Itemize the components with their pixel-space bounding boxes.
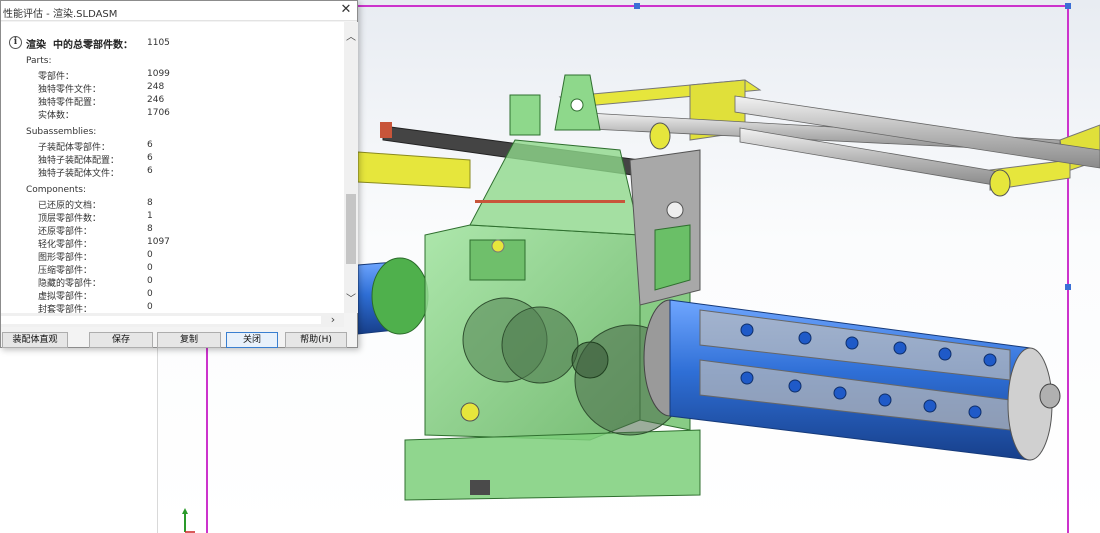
subassembly-row-value: 6	[147, 153, 153, 163]
component-row-value: 8	[147, 224, 153, 234]
summary-value: 1105	[147, 38, 170, 48]
feature-tree-panel	[0, 348, 158, 533]
subassembly-row-value: 6	[147, 166, 153, 176]
help-button[interactable]: 帮助(H)	[285, 332, 347, 348]
performance-evaluation-dialog: 性能评估 - 渲染.SLDASM ✕ i 渲染 中的总零部件数： 1105 Pa…	[0, 0, 358, 348]
parts-row-label: 实体数：	[38, 111, 75, 121]
axis-triad-icon	[182, 508, 195, 533]
component-row-value: 1	[147, 211, 153, 221]
section-components-heading: Components:	[26, 185, 86, 195]
top-bracket	[509, 74, 601, 136]
component-row-label: 图形零部件：	[38, 253, 93, 263]
blue-roller	[643, 299, 1061, 461]
component-row-label: 隐藏的零部件：	[38, 279, 102, 289]
section-parts-heading: Parts:	[26, 56, 52, 66]
summary-label: 渲染 中的总零部件数：	[26, 40, 133, 51]
parts-row-value: 1706	[147, 108, 170, 118]
component-row-label: 还原零部件：	[38, 227, 93, 237]
vertical-scrollbar[interactable]: ︿ ﹀	[344, 22, 358, 313]
subassembly-row-label: 独特子装配体配置：	[38, 156, 120, 166]
chevron-up-icon[interactable]: ︿	[344, 28, 358, 43]
component-row-value: 0	[147, 289, 153, 299]
mounting-plate	[629, 149, 701, 306]
component-row-label: 封套零部件：	[38, 305, 93, 313]
assembly-visualization-button[interactable]: 装配体直观	[2, 332, 68, 348]
parts-row-label: 独特零件文件：	[38, 85, 102, 95]
parts-row-label: 独特零件配置：	[38, 98, 102, 108]
parts-row-value: 246	[147, 95, 165, 105]
subassembly-row-label: 独特子装配体文件：	[38, 169, 120, 179]
component-row-value: 0	[147, 263, 153, 273]
blue-input-shaft	[357, 257, 429, 335]
component-row-label: 已还原的文档：	[38, 201, 102, 211]
save-button[interactable]: 保存	[89, 332, 153, 348]
component-row-label: 轻化零部件：	[38, 240, 93, 250]
chevron-down-icon[interactable]: ﹀	[344, 290, 358, 305]
scrollbar-thumb[interactable]	[346, 194, 356, 264]
subassembly-row-value: 6	[147, 140, 153, 150]
component-row-label: 顶层零部件数：	[38, 214, 102, 224]
section-subassemblies-heading: Subassemblies:	[26, 127, 97, 137]
component-row-value: 0	[147, 302, 153, 312]
component-row-value: 8	[147, 198, 153, 208]
parts-row-value: 1099	[147, 69, 170, 79]
horizontal-scrollbar[interactable]: ›	[1, 313, 344, 327]
dialog-title: 性能评估 - 渲染.SLDASM	[3, 9, 118, 20]
close-button[interactable]: 关闭	[226, 332, 278, 348]
component-row-label: 压缩零部件：	[38, 266, 93, 276]
parts-row-label: 零部件：	[38, 72, 75, 82]
close-icon[interactable]: ✕	[337, 1, 355, 20]
summary-row: i 渲染 中的总零部件数： 1105	[9, 35, 339, 51]
scrollbar-thumb[interactable]	[1, 316, 321, 324]
component-row-label: 虚拟零部件：	[38, 292, 93, 302]
copy-button[interactable]: 复制	[157, 332, 221, 348]
info-icon: i	[9, 36, 22, 49]
parts-row-value: 248	[147, 82, 165, 92]
dialog-titlebar[interactable]: 性能评估 - 渲染.SLDASM ✕	[1, 1, 357, 21]
component-row-value: 0	[147, 250, 153, 260]
subassembly-row-label: 子装配体零部件：	[38, 143, 111, 153]
component-row-value: 1097	[147, 237, 170, 247]
component-row-value: 0	[147, 276, 153, 286]
chevron-right-icon[interactable]: ›	[326, 313, 340, 327]
results-panel: i 渲染 中的总零部件数： 1105 Parts: 零部件： 1099 独特零件…	[1, 22, 344, 313]
